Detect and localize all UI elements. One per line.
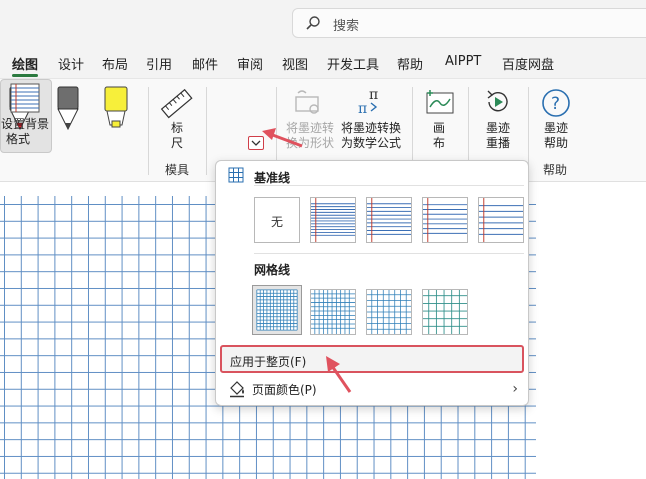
- section-divider: [254, 253, 524, 254]
- ruler-button[interactable]: 标 尺: [170, 121, 184, 151]
- annotation-arrow-icon: [262, 128, 303, 148]
- canvas-button[interactable]: 画 布: [432, 121, 446, 151]
- apply-to-all-pages-item[interactable]: 应用于整页(F): [220, 345, 524, 373]
- ink-to-math-icon[interactable]: π π: [356, 85, 386, 117]
- chevron-right-icon: ›: [512, 381, 518, 397]
- title-bar: 搜索: [0, 0, 646, 46]
- tab-aippt[interactable]: AIPPT: [445, 54, 481, 69]
- search-placeholder: 搜索: [333, 19, 360, 34]
- ribbon-separator: [148, 87, 149, 175]
- drawing-canvas-icon[interactable]: [424, 87, 456, 117]
- background-format-menu: 基准线 无 网格线 应用于整页(F) 页面颜色(P) ›: [215, 160, 529, 406]
- ribbon-tabs: 绘图 设计 布局 引用 邮件 审阅 视图 开发工具 帮助 AIPPT 百度网盘: [0, 50, 646, 76]
- svg-text:π: π: [358, 101, 367, 117]
- tab-references[interactable]: 引用: [146, 54, 172, 73]
- ink-replay-button[interactable]: 墨迹 重播: [484, 121, 512, 151]
- tab-review[interactable]: 审阅: [237, 54, 263, 73]
- grid-large-option[interactable]: [366, 289, 412, 335]
- rule-narrow-option[interactable]: [310, 197, 356, 243]
- yellow-highlighter-icon[interactable]: [102, 85, 130, 133]
- tab-baidu-netdisk[interactable]: 百度网盘: [502, 54, 554, 73]
- active-tab-indicator: [12, 74, 38, 77]
- grid-small-option[interactable]: [252, 285, 302, 335]
- rule-college-option[interactable]: [366, 197, 412, 243]
- gray-pen-icon[interactable]: [54, 85, 82, 133]
- tab-help[interactable]: 帮助: [397, 54, 423, 73]
- tab-view[interactable]: 视图: [282, 54, 308, 73]
- grid-xlarge-option[interactable]: [422, 289, 468, 335]
- grid-lines-header: 网格线: [254, 263, 291, 277]
- tab-mailings[interactable]: 邮件: [192, 54, 218, 73]
- rule-lines-header: 基准线: [254, 171, 291, 185]
- paint-bucket-icon: [230, 381, 244, 398]
- svg-text:?: ?: [551, 94, 560, 114]
- ruler-icon[interactable]: [160, 87, 194, 121]
- search-box[interactable]: 搜索: [292, 8, 646, 38]
- ink-replay-icon[interactable]: [483, 87, 513, 117]
- ink-to-math-button[interactable]: 将墨迹转换 为数学公式: [338, 121, 404, 151]
- tab-layout[interactable]: 布局: [102, 54, 128, 73]
- tab-draw[interactable]: 绘图: [12, 54, 38, 73]
- group-label-stencils: 模具: [165, 163, 190, 177]
- annotation-arrow-icon: [326, 356, 352, 393]
- svg-text:π: π: [369, 87, 378, 103]
- document-side-area: [536, 182, 646, 479]
- rule-none-option[interactable]: 无: [254, 197, 300, 243]
- tab-developer[interactable]: 开发工具: [327, 54, 379, 73]
- group-label-help: 帮助: [543, 163, 568, 177]
- grid-icon: [228, 167, 244, 183]
- ribbon-separator: [206, 87, 207, 175]
- ink-to-shape-icon: [295, 90, 319, 114]
- help-icon[interactable]: ?: [540, 87, 572, 119]
- page-color-item[interactable]: 页面颜色(P) ›: [220, 375, 524, 403]
- rule-standard-option[interactable]: [422, 197, 468, 243]
- ribbon-separator: [528, 87, 529, 175]
- grid-medium-option[interactable]: [310, 289, 356, 335]
- section-divider: [254, 185, 524, 186]
- ink-help-button[interactable]: 墨迹 帮助: [542, 121, 570, 151]
- search-icon: [306, 16, 320, 30]
- rule-wide-option[interactable]: [478, 197, 524, 243]
- ruled-page-icon: [10, 83, 40, 113]
- tab-design[interactable]: 设计: [58, 54, 84, 73]
